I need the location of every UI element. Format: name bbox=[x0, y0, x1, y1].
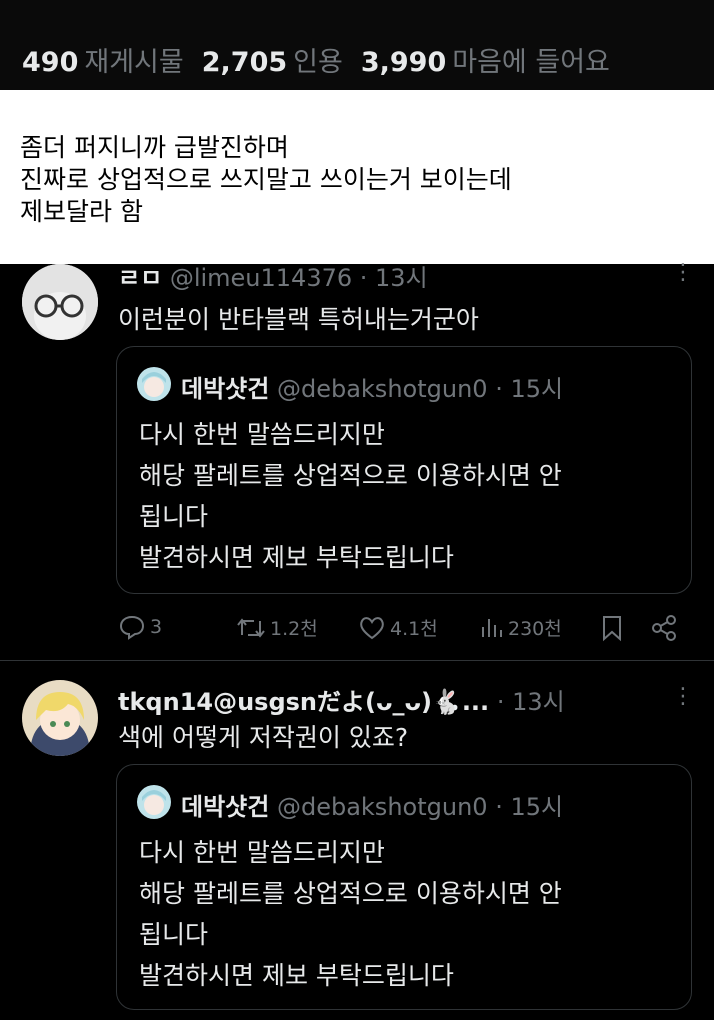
reply-tweet[interactable]: ㄹㅁ @limeu114376 · 13시 ⋮ 이런분이 반타블랙 특허내는거군… bbox=[0, 262, 714, 660]
stats-row: 490 재게시물 2,705 인용 3,990 마음에 들어요 bbox=[22, 40, 628, 79]
share-icon bbox=[652, 615, 676, 641]
repost-button[interactable]: 1.2천 bbox=[236, 614, 318, 641]
quote-header: 데박샷건 @debakshotgun0 · 15시 bbox=[181, 787, 563, 822]
quote-display-name[interactable]: 데박샷건 bbox=[181, 375, 269, 403]
display-name[interactable]: ㄹㅁ bbox=[118, 264, 162, 292]
bookmark-icon bbox=[603, 616, 621, 642]
quote-line-4: 발견하시면 제보 부탁드립니다 bbox=[139, 961, 454, 990]
quote-avatar bbox=[137, 785, 171, 819]
tweet-header: ㄹㅁ @limeu114376 · 13시 bbox=[118, 258, 428, 293]
views-count: 230천 bbox=[508, 618, 562, 640]
quote-line-2: 해당 팔레트를 상업적으로 이용하시면 안 bbox=[139, 461, 562, 490]
tweet-text: 이런분이 반타블랙 특허내는거군아 bbox=[118, 305, 479, 334]
caption-line-2: 진짜로 상업적으로 쓰지말고 쓰이는거 보이는데 bbox=[20, 165, 512, 194]
anime-girl-avatar-icon bbox=[22, 680, 98, 756]
quoted-tweet[interactable]: 데박샷건 @debakshotgun0 · 15시 다시 한번 말씀드리지만 해… bbox=[116, 764, 692, 1010]
quoted-tweet[interactable]: 데박샷건 @debakshotgun0 · 15시 다시 한번 말씀드리지만 해… bbox=[116, 346, 692, 594]
likes-count[interactable]: 3,990 bbox=[361, 47, 446, 78]
repost-icon bbox=[237, 617, 265, 638]
like-count: 4.1천 bbox=[390, 618, 438, 640]
like-button[interactable]: 4.1천 bbox=[358, 614, 438, 641]
anime-avatar-icon bbox=[137, 785, 171, 819]
avatar-glasses-icon bbox=[22, 264, 98, 340]
reply-icon bbox=[119, 615, 145, 640]
user-handle[interactable]: @limeu114376 bbox=[170, 264, 352, 292]
timestamp[interactable]: · 13시 bbox=[360, 264, 428, 292]
avatar[interactable] bbox=[22, 680, 98, 756]
engagement-stats-bar: 490 재게시물 2,705 인용 3,990 마음에 들어요 bbox=[0, 0, 714, 90]
quote-handle[interactable]: @debakshotgun0 bbox=[277, 793, 488, 821]
quote-line-2: 해당 팔레트를 상업적으로 이용하시면 안 bbox=[139, 879, 562, 908]
quote-line-4: 발견하시면 제보 부탁드립니다 bbox=[139, 543, 454, 572]
quote-timestamp[interactable]: · 15시 bbox=[495, 793, 563, 821]
tweet-header: tkqn14@usgsnだよ(ᴗ_ᴗ)🐇... · 13시 bbox=[118, 682, 565, 717]
repost-count: 1.2천 bbox=[270, 618, 318, 640]
reply-tweet[interactable]: tkqn14@usgsnだよ(ᴗ_ᴗ)🐇... · 13시 ⋮ 색에 어떻게 저… bbox=[0, 676, 714, 1020]
display-name[interactable]: tkqn14@usgsnだよ(ᴗ_ᴗ)🐇... bbox=[118, 688, 489, 716]
quote-line-3: 됩니다 bbox=[139, 920, 209, 949]
share-button[interactable] bbox=[650, 614, 678, 642]
reply-count: 3 bbox=[150, 616, 163, 638]
quotes-count[interactable]: 2,705 bbox=[202, 47, 287, 78]
views-icon bbox=[482, 618, 502, 637]
divider bbox=[0, 660, 714, 661]
quote-header: 데박샷건 @debakshotgun0 · 15시 bbox=[181, 369, 563, 404]
more-icon[interactable]: ⋮ bbox=[672, 686, 694, 708]
quotes-label[interactable]: 인용 bbox=[293, 47, 343, 78]
likes-label[interactable]: 마음에 들어요 bbox=[452, 47, 610, 78]
quote-timestamp[interactable]: · 15시 bbox=[495, 375, 563, 403]
quote-line-3: 됩니다 bbox=[139, 502, 209, 531]
caption-panel: 좀더 퍼지니까 급발진하며 진짜로 상업적으로 쓰지말고 쓰이는거 보이는데 제… bbox=[0, 90, 714, 264]
quote-handle[interactable]: @debakshotgun0 bbox=[277, 375, 488, 403]
like-icon bbox=[360, 616, 384, 639]
quote-display-name[interactable]: 데박샷건 bbox=[181, 793, 269, 821]
bookmark-button[interactable] bbox=[600, 614, 624, 642]
quote-line-1: 다시 한번 말씀드리지만 bbox=[139, 420, 385, 449]
reposts-count[interactable]: 490 bbox=[22, 47, 78, 78]
avatar[interactable] bbox=[22, 264, 98, 340]
quote-line-1: 다시 한번 말씀드리지만 bbox=[139, 838, 385, 867]
tweet-text: 색에 어떻게 저작권이 있죠? bbox=[118, 723, 409, 752]
caption-line-1: 좀더 퍼지니까 급발진하며 bbox=[20, 133, 289, 162]
reply-button[interactable]: 3 bbox=[118, 614, 162, 640]
timestamp[interactable]: · 13시 bbox=[497, 688, 565, 716]
views-button[interactable]: 230천 bbox=[478, 614, 562, 641]
action-bar: 3 1.2천 4.1천 230천 bbox=[0, 614, 714, 654]
reposts-label[interactable]: 재게시물 bbox=[84, 47, 183, 78]
more-icon[interactable]: ⋮ bbox=[672, 262, 694, 284]
caption-line-3: 제보달라 함 bbox=[20, 197, 143, 226]
anime-avatar-icon bbox=[137, 367, 171, 401]
quote-avatar bbox=[137, 367, 171, 401]
